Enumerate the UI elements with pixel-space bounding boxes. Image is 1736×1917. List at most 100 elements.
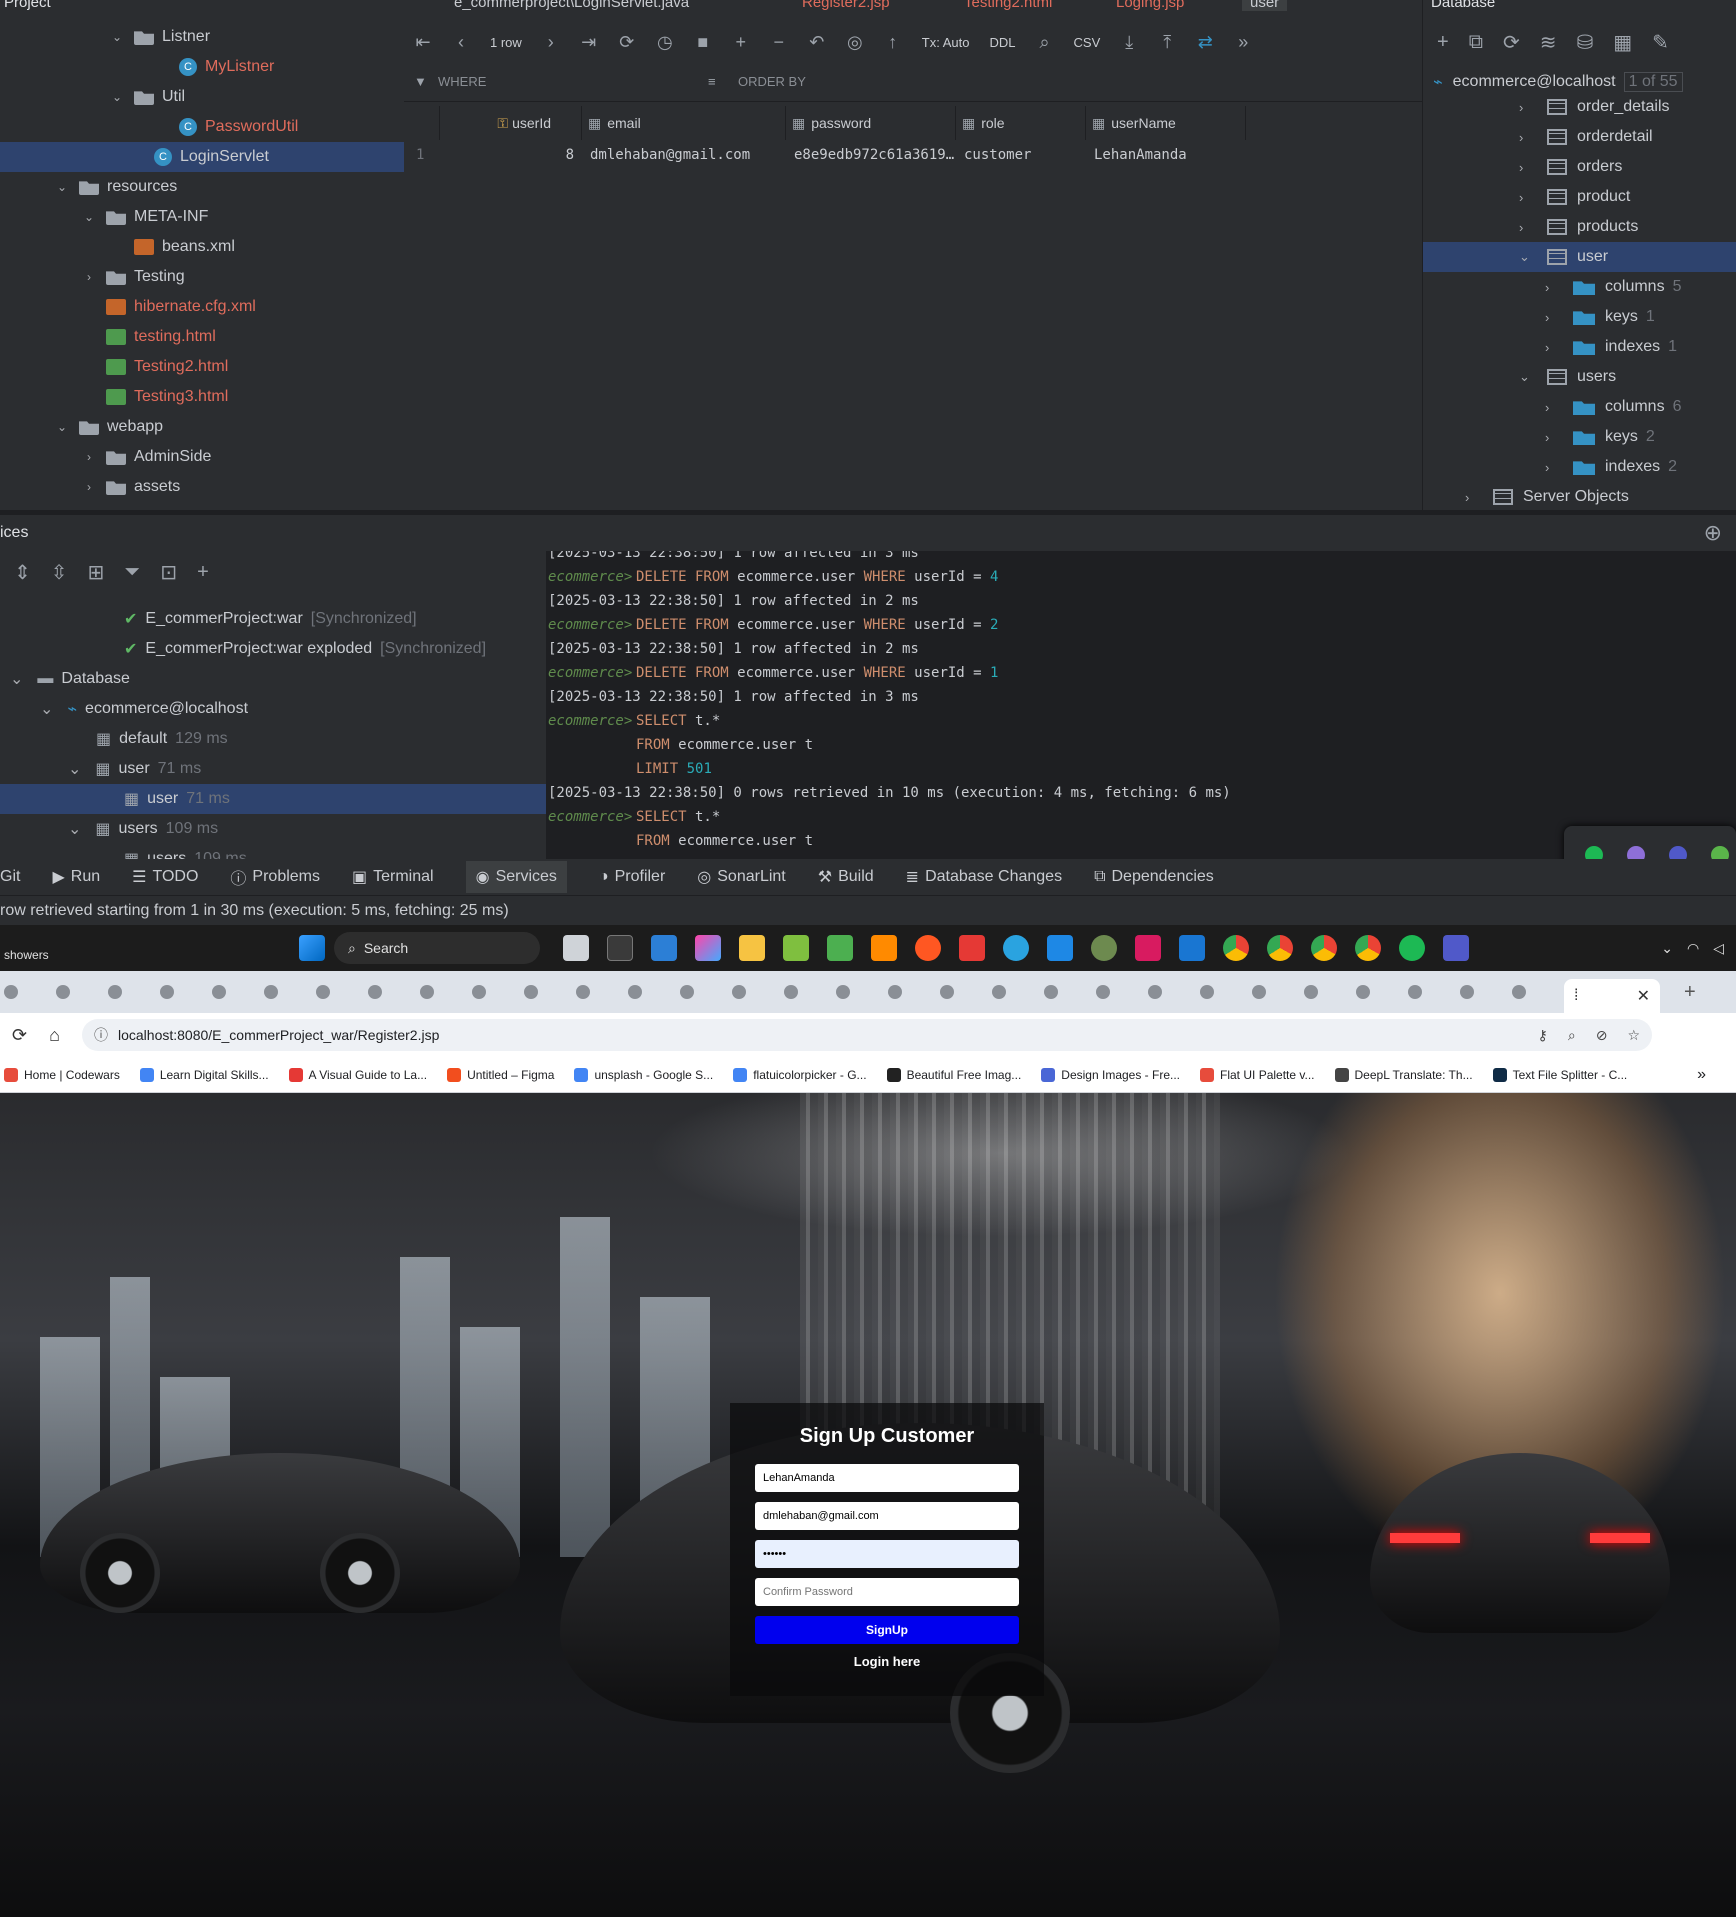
chevron-down-icon[interactable]: ⌄ — [110, 30, 124, 44]
submit-icon[interactable]: ↑ — [874, 32, 912, 53]
column-header-userid[interactable]: ⚿ userId — [470, 106, 582, 140]
browser-tab[interactable] — [628, 980, 662, 1004]
browser-tab[interactable] — [368, 980, 402, 1004]
spotify-icon[interactable] — [1399, 935, 1425, 961]
sheet-icon[interactable] — [827, 935, 853, 961]
close-tab-icon[interactable]: ✕ — [1637, 986, 1650, 1006]
chevron-down-icon[interactable]: ⌄ — [68, 819, 81, 839]
chevron-right-icon[interactable]: › — [1545, 430, 1559, 445]
windows-start-icon[interactable] — [299, 935, 325, 961]
project-tree-item[interactable]: ⌄ META-INF — [0, 202, 404, 232]
tool-tab-profiler[interactable]: ◑ Profiler — [599, 868, 665, 886]
next-page-icon[interactable]: › — [532, 32, 570, 53]
browser-tab[interactable] — [524, 980, 558, 1004]
db-icon[interactable]: ⛁ — [1577, 30, 1594, 55]
db-tree-item[interactable]: › order_details — [1423, 92, 1736, 122]
first-page-icon[interactable]: ⇤ — [404, 32, 442, 53]
browser-tab[interactable] — [940, 980, 974, 1004]
vscode-icon[interactable] — [651, 935, 677, 961]
chrome-icon[interactable] — [1355, 935, 1381, 961]
collapse-all-icon[interactable]: ⇳ — [51, 560, 68, 585]
db-tree-item[interactable]: ⌄ users — [1423, 362, 1736, 392]
db-tree-item[interactable]: › indexes 2 — [1423, 452, 1736, 482]
bookmark-item[interactable]: Flat UI Palette v... — [1200, 1067, 1315, 1082]
browser-tab[interactable] — [992, 980, 1026, 1004]
browser-tab[interactable] — [680, 980, 714, 1004]
reload-icon[interactable]: ⟳ — [12, 1025, 27, 1046]
app-icon[interactable] — [1091, 935, 1117, 961]
service-tree-item[interactable]: ⌄ ▬ Database — [0, 664, 546, 694]
browser-tab[interactable] — [1356, 980, 1390, 1004]
browser-tab[interactable] — [784, 980, 818, 1004]
settings-icon[interactable]: ⊕ — [1704, 515, 1722, 551]
tool-tab-todo[interactable]: ☰ TODO — [132, 867, 198, 887]
column-header-password[interactable]: ▦ password — [786, 106, 956, 140]
export-format-selector[interactable]: CSV — [1064, 35, 1111, 50]
chevron-up-icon[interactable]: ⌄ — [1661, 940, 1673, 957]
db-tree-item[interactable]: › orderdetail — [1423, 122, 1736, 152]
chevron-right-icon[interactable]: › — [1545, 310, 1559, 325]
volume-icon[interactable]: ◁ — [1713, 940, 1724, 957]
bookmark-item[interactable]: A Visual Guide to La... — [288, 1067, 427, 1082]
chevron-right-icon[interactable]: › — [82, 450, 96, 464]
browser-tab[interactable] — [1304, 980, 1338, 1004]
tab-loginservlet[interactable]: e_commerproject\LoginServlet.java — [454, 0, 689, 11]
order-by-input[interactable]: ORDER BY — [738, 74, 806, 89]
prev-page-icon[interactable]: ‹ — [442, 32, 480, 53]
history-icon[interactable]: ◷ — [646, 32, 684, 53]
query-console-output[interactable]: [2025-03-13 22:38:50] 1 row affected in … — [546, 551, 1736, 859]
chevron-down-icon[interactable]: ⌄ — [1519, 369, 1533, 385]
db-tree-item[interactable]: › product — [1423, 182, 1736, 212]
tool-tab-database-changes[interactable]: ≣ Database Changes — [906, 867, 1062, 887]
tab-user[interactable]: user — [1242, 0, 1288, 11]
chevron-right-icon[interactable]: › — [82, 270, 96, 284]
download-icon[interactable]: ⤓ — [1110, 32, 1148, 53]
chevron-down-icon[interactable]: ⌄ — [55, 180, 69, 194]
green-app-icon[interactable] — [783, 935, 809, 961]
project-tree-item[interactable]: hibernate.cfg.xml — [0, 292, 404, 322]
tool-tab-run[interactable]: ▶ Run — [52, 867, 100, 887]
project-tree-item[interactable]: ⌄ webapp — [0, 412, 404, 442]
more-bookmarks-icon[interactable]: » — [1697, 1066, 1706, 1084]
db-tree-item[interactable]: › keys 1 — [1423, 302, 1736, 332]
db-tree-item[interactable]: › orders — [1423, 152, 1736, 182]
project-tree-item[interactable]: › Testing — [0, 262, 404, 292]
browser-tab[interactable] — [732, 980, 766, 1004]
file-explorer-icon[interactable] — [739, 935, 765, 961]
stop-icon[interactable]: ■ — [684, 32, 722, 53]
group-icon[interactable]: ⊞ — [88, 560, 105, 585]
copy-icon[interactable]: ⧉ — [1469, 31, 1483, 54]
copilot-icon[interactable] — [695, 935, 721, 961]
browser-tab[interactable] — [420, 980, 454, 1004]
db-tree-item[interactable]: ⌄ user — [1423, 242, 1736, 272]
chevron-right-icon[interactable]: › — [1545, 340, 1559, 355]
browser-tab[interactable] — [1512, 980, 1546, 1004]
bookmark-item[interactable]: flatuicolorpicker - G... — [733, 1067, 867, 1082]
bookmark-item[interactable]: Beautiful Free Imag... — [886, 1067, 1021, 1082]
service-tree-item[interactable]: ▦ default 129 ms — [0, 724, 546, 754]
search-icon[interactable]: ⌕ — [1026, 32, 1064, 53]
browser-tab[interactable] — [4, 980, 38, 1004]
column-header-role[interactable]: ▦ role — [956, 106, 1086, 140]
service-tree-item[interactable]: ▦ users 109 ms — [0, 844, 546, 859]
project-tree-item[interactable]: ⌄ resources — [0, 172, 404, 202]
service-tree-item[interactable]: ⌄ ▦ users 109 ms — [0, 814, 546, 844]
tool-tab-dependencies[interactable]: ⧉ Dependencies — [1094, 868, 1214, 886]
browser-tab[interactable] — [888, 980, 922, 1004]
add-icon[interactable]: + — [1437, 31, 1449, 54]
tool-tab-sonarlint[interactable]: ◎ SonarLint — [697, 867, 785, 887]
chevron-right-icon[interactable]: › — [1519, 160, 1533, 175]
browser-tab[interactable] — [264, 980, 298, 1004]
project-tree-item[interactable]: testing.html — [0, 322, 404, 352]
refresh-icon[interactable]: ⟳ — [1503, 30, 1520, 55]
edit-icon[interactable]: ✎ — [1652, 30, 1669, 55]
chevron-down-icon[interactable]: ⌄ — [40, 699, 53, 719]
calendar-icon[interactable] — [1179, 935, 1205, 961]
tool-tab-git[interactable]: Git — [0, 868, 20, 886]
column-header-email[interactable]: ▦ email — [582, 106, 786, 140]
tab-register2[interactable]: Register2.jsp — [802, 0, 890, 11]
service-tree-item[interactable]: ⌄ ⌁ ecommerce@localhost — [0, 694, 546, 724]
more-icon[interactable]: » — [1224, 32, 1262, 53]
terminal-icon[interactable] — [607, 935, 633, 961]
confirm-password-field[interactable] — [755, 1578, 1019, 1606]
